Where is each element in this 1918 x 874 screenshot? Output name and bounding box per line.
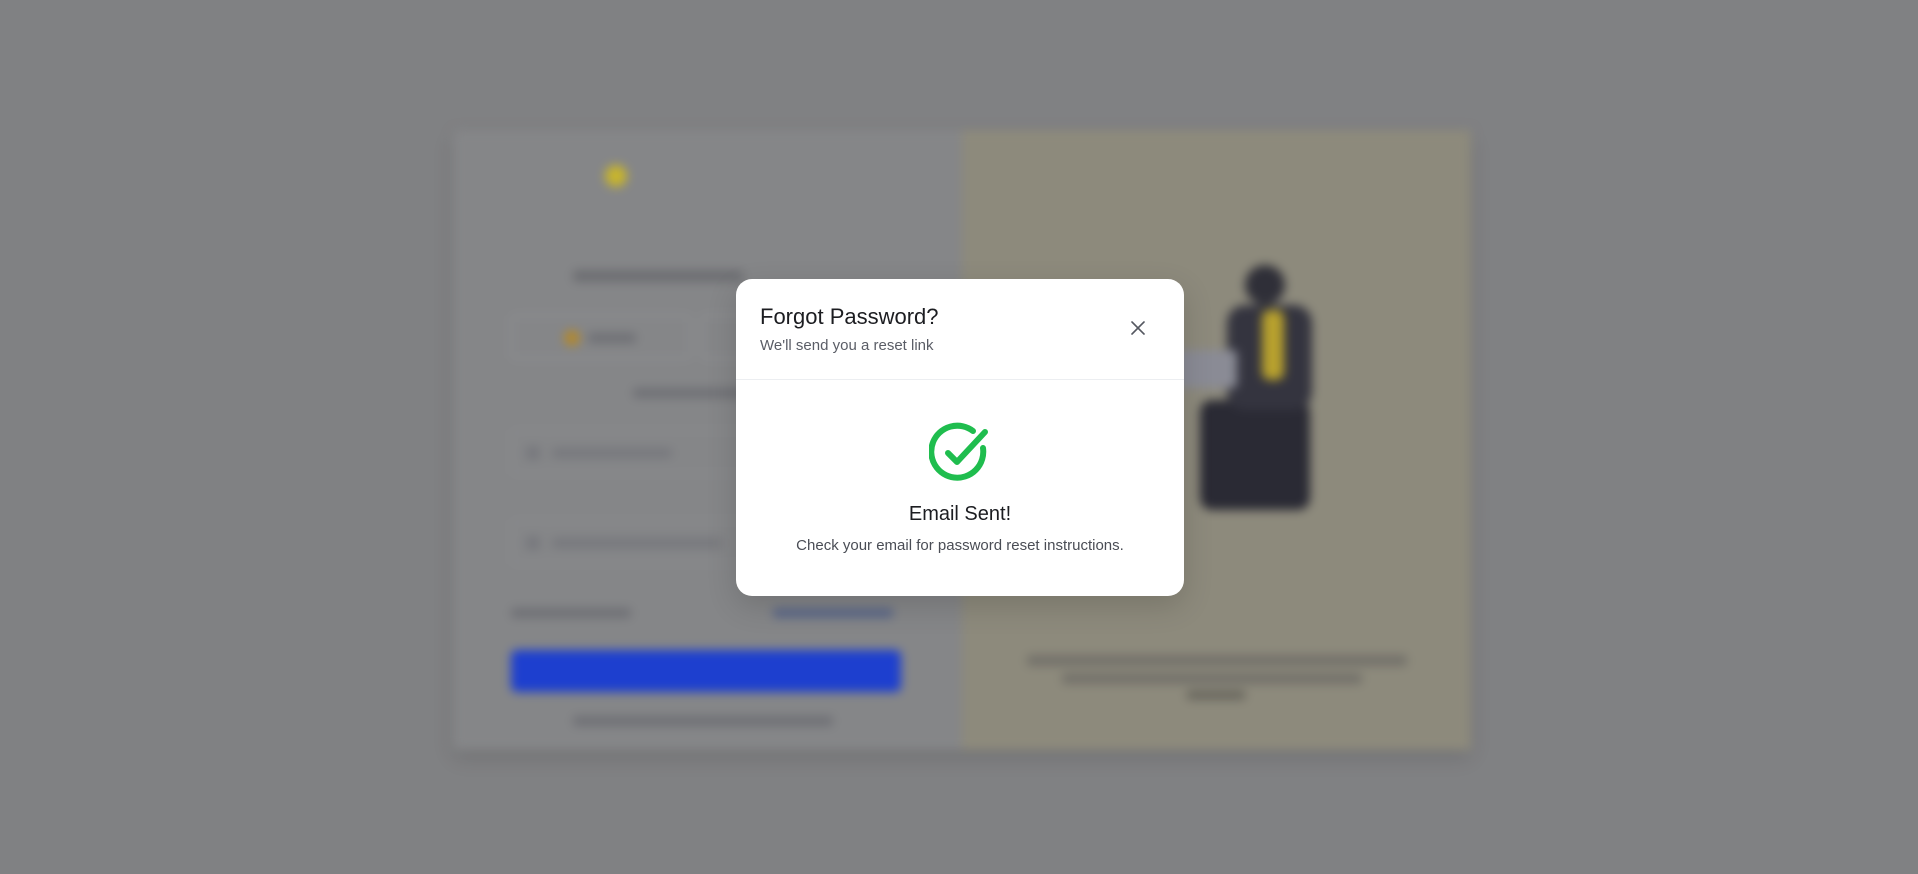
background-illustration bbox=[1262, 310, 1284, 380]
background-illustration bbox=[1177, 350, 1237, 388]
modal-subtitle: We'll send you a reset link bbox=[760, 337, 934, 354]
close-button[interactable] bbox=[1128, 318, 1148, 338]
background-logo bbox=[605, 152, 805, 196]
background-description bbox=[1027, 655, 1407, 666]
background-illustration bbox=[1200, 400, 1310, 510]
status-message: Check your email for password reset inst… bbox=[796, 537, 1124, 554]
background-illustration bbox=[1245, 265, 1285, 305]
background-social-button bbox=[511, 315, 691, 359]
forgot-password-modal: Forgot Password? We'll send you a reset … bbox=[736, 279, 1184, 596]
background-remember-me bbox=[511, 608, 631, 618]
check-circle-icon bbox=[929, 422, 988, 481]
background-subtitle-placeholder bbox=[573, 270, 743, 282]
close-icon[interactable] bbox=[1131, 321, 1145, 335]
modal-header: Forgot Password? We'll send you a reset … bbox=[736, 279, 1184, 380]
background-forgot-link bbox=[773, 608, 893, 618]
status-title: Email Sent! bbox=[908, 503, 1012, 525]
background-login-button bbox=[511, 650, 901, 692]
background-carousel-dots bbox=[1186, 690, 1246, 700]
modal-title: Forgot Password? bbox=[760, 304, 939, 329]
background-signup-text bbox=[573, 716, 833, 726]
modal-body: Email Sent! Check your email for passwor… bbox=[736, 380, 1184, 596]
background-description bbox=[1062, 673, 1362, 684]
